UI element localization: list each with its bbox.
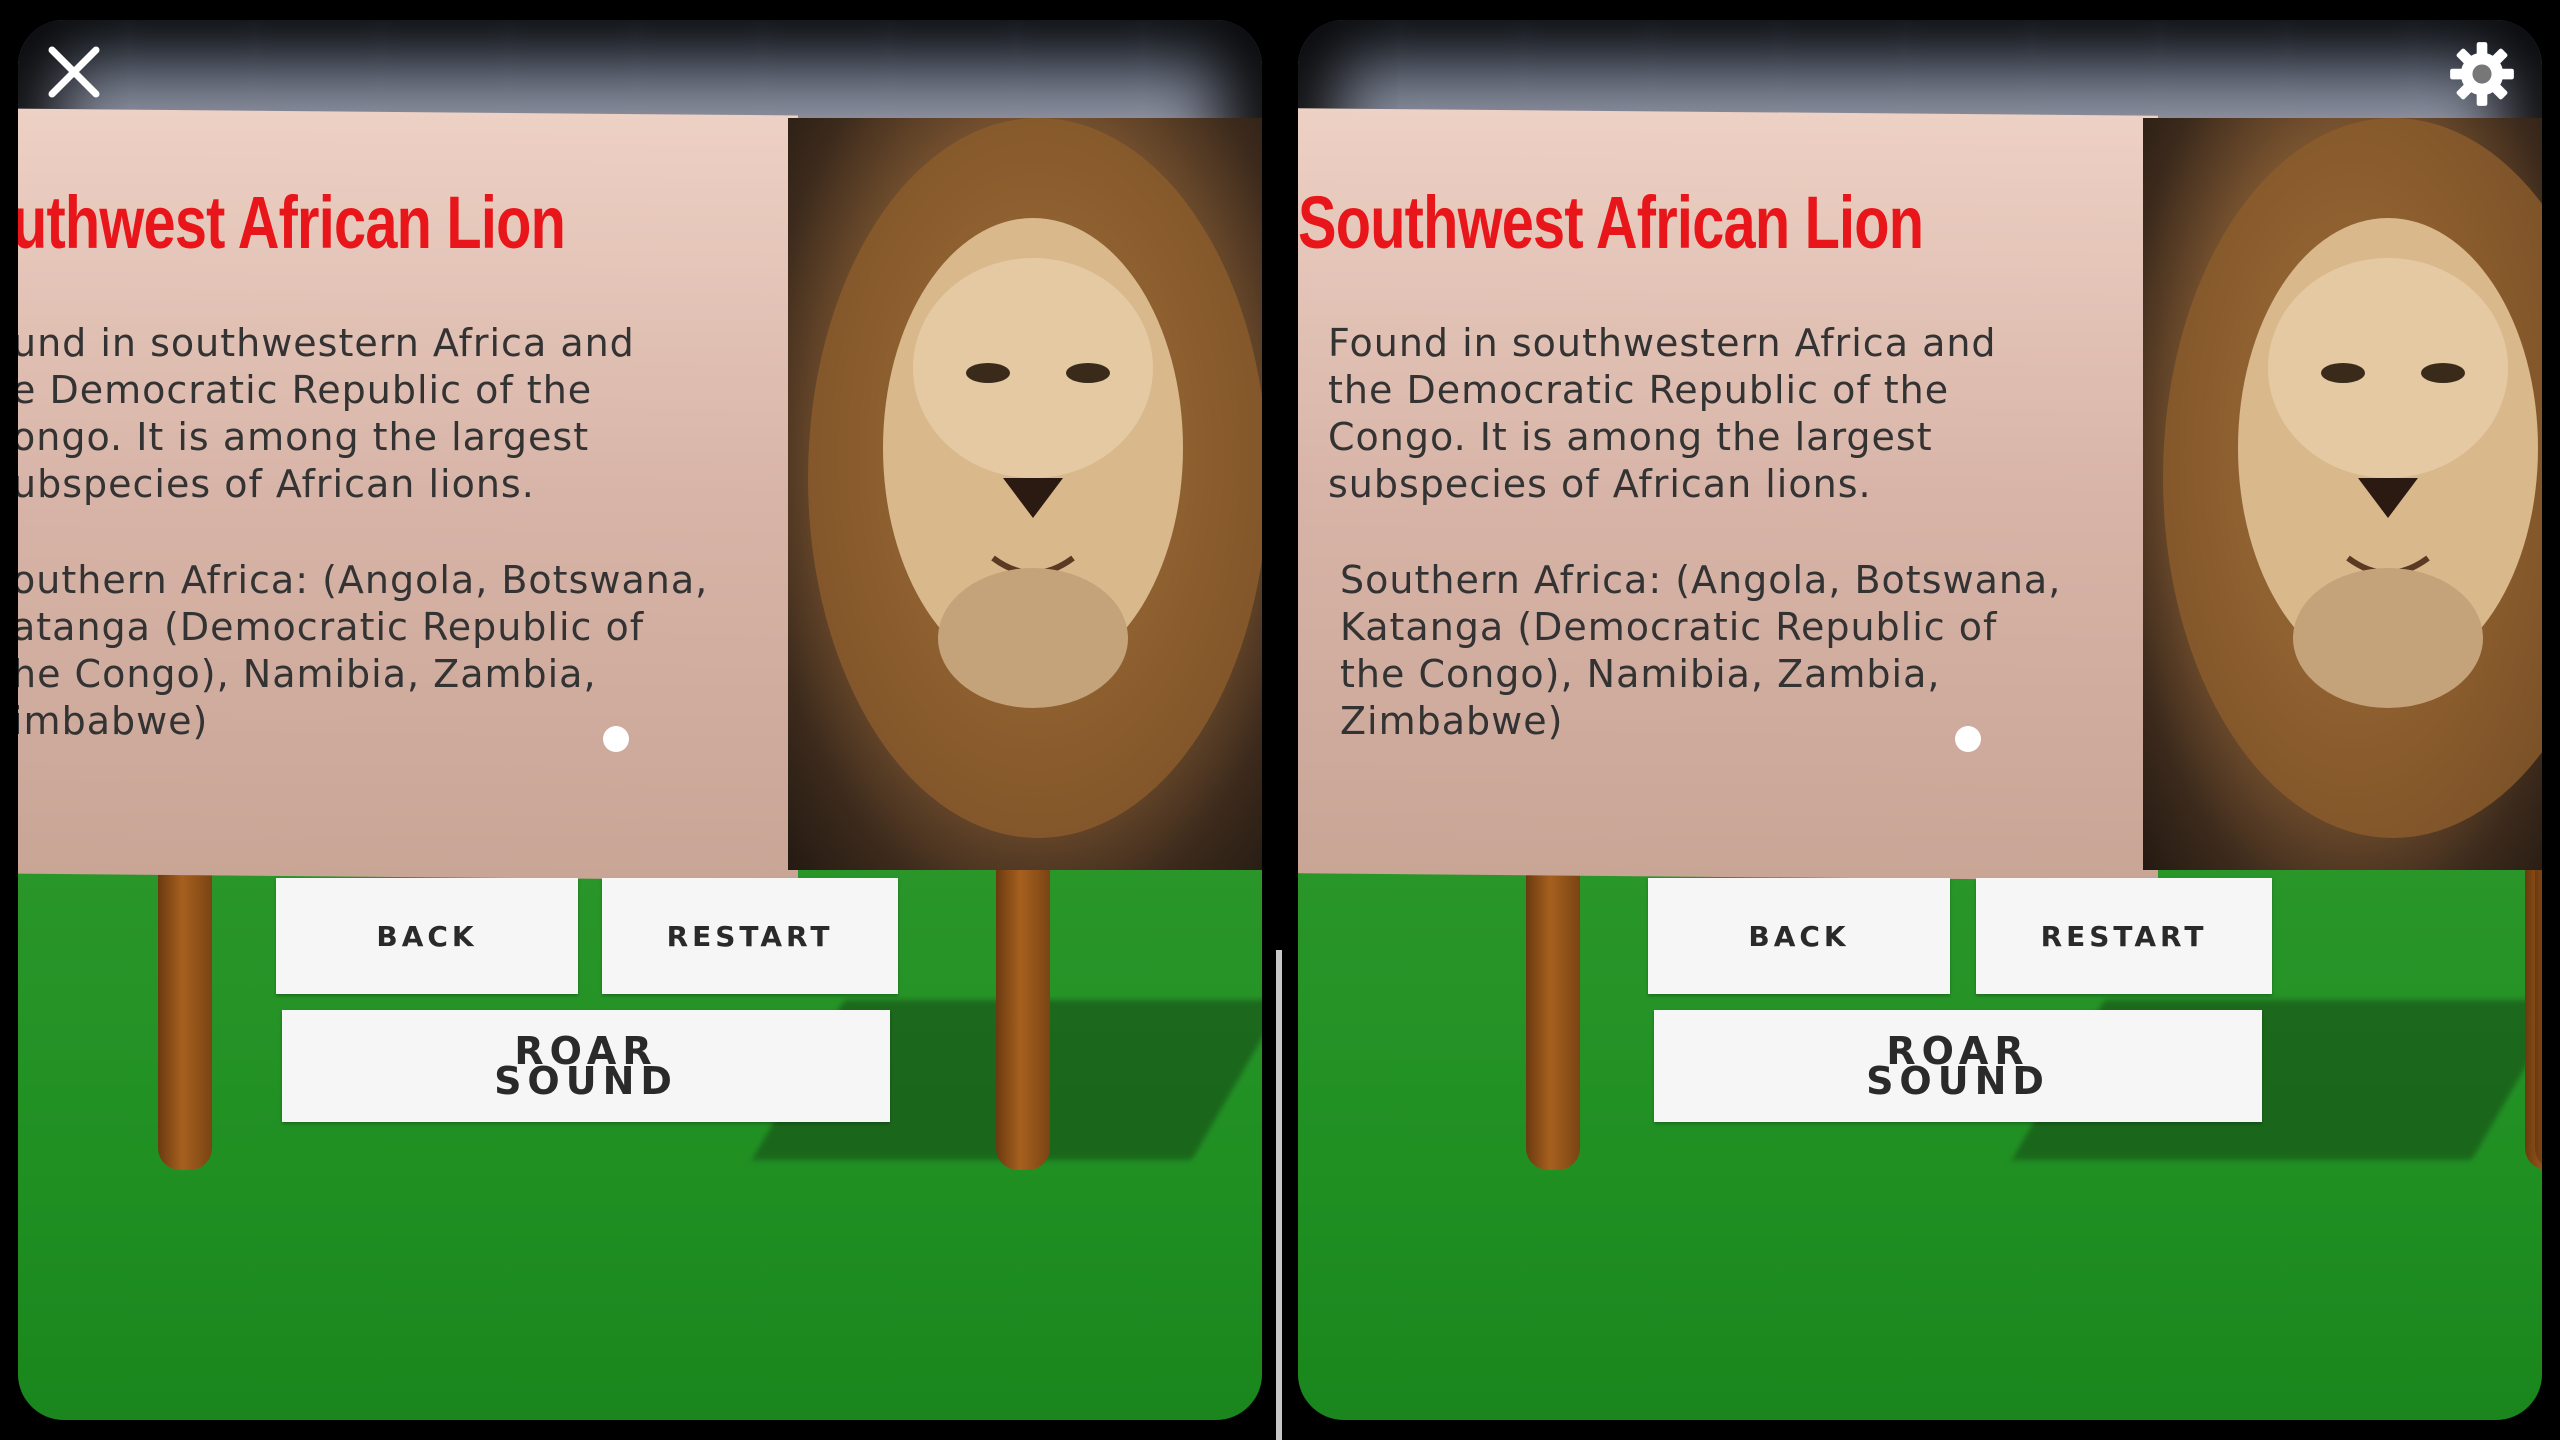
left-scene: uthwest African Lion und in southwestern… (18, 20, 1262, 1420)
right-scene: Southwest African Lion Found in southwes… (1298, 20, 2542, 1420)
roar-sound-button[interactable]: ROAR SOUND (1654, 1010, 2262, 1122)
sign-post-extra (2535, 860, 2542, 1170)
sign-regions: Southern Africa: (Angola, Botswana, Kata… (1340, 558, 2062, 743)
sign-title: uthwest African Lion (18, 181, 566, 264)
restart-button[interactable]: RESTART (602, 878, 898, 994)
sign-description: und in southwestern Africa and e Democra… (18, 321, 635, 506)
gaze-reticle (1955, 726, 1981, 752)
roar-sound-button[interactable]: ROAR SOUND (282, 1010, 890, 1122)
sign-regions: outhern Africa: (Angola, Botswana, atang… (18, 558, 709, 743)
right-eye-view: Southwest African Lion Found in southwes… (1280, 0, 2560, 1440)
lion-photo (788, 118, 1262, 870)
lion-photo (2143, 118, 2542, 870)
sign-description: Found in southwestern Africa and the Dem… (1328, 321, 1997, 506)
back-button[interactable]: BACK (1648, 878, 1950, 994)
back-button[interactable]: BACK (276, 878, 578, 994)
restart-button[interactable]: RESTART (1976, 878, 2272, 994)
sign-post-right (996, 860, 1050, 1170)
sign-post-left (158, 860, 212, 1170)
sign-post-left (1526, 860, 1580, 1170)
left-eye-view: uthwest African Lion und in southwestern… (0, 0, 1280, 1440)
gaze-reticle (603, 726, 629, 752)
sign-title: Southwest African Lion (1298, 181, 1924, 264)
close-icon[interactable] (42, 40, 106, 104)
gear-icon[interactable] (2448, 40, 2514, 106)
eye-divider (1276, 950, 1282, 1440)
